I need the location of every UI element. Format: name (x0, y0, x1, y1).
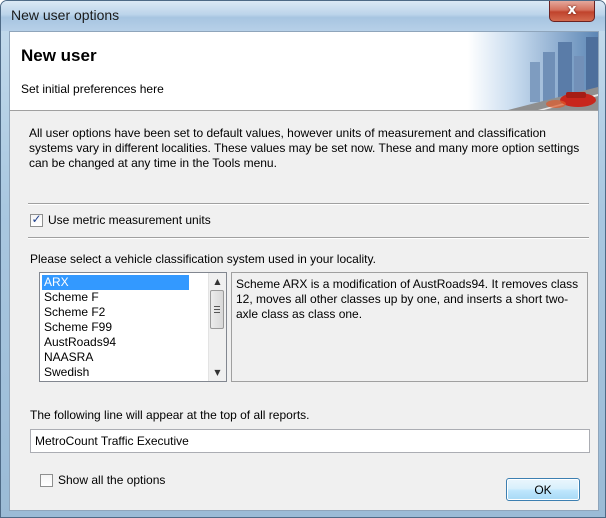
divider (28, 203, 589, 205)
classification-listbox[interactable]: ARX Scheme F Scheme F2 Scheme F99 AustRo… (39, 272, 227, 382)
classification-prompt: Please select a vehicle classification s… (30, 252, 376, 266)
metric-units-checkbox[interactable]: ✓ (30, 212, 43, 227)
show-all-options-label[interactable]: Show all the options (58, 473, 165, 487)
list-item[interactable]: NAASRA (42, 350, 189, 365)
header-panel: New user Set initial preferences here (10, 32, 598, 111)
window-title: New user options (11, 7, 120, 23)
ok-button[interactable]: OK (506, 478, 580, 501)
divider (28, 237, 589, 239)
list-item[interactable]: Scheme F (42, 290, 189, 305)
listbox-scrollbar[interactable]: ▲ ▼ (208, 273, 226, 381)
scroll-up-icon[interactable]: ▲ (209, 273, 226, 290)
list-item[interactable]: AustRoads94 (42, 335, 189, 350)
checkmark-icon: ✓ (31, 212, 42, 226)
list-item[interactable]: Scheme F99 (42, 320, 189, 335)
grip-line (214, 309, 220, 310)
close-button[interactable]: x (549, 1, 595, 22)
classification-description-panel: Scheme ARX is a modification of AustRoad… (231, 272, 588, 382)
list-item[interactable]: Swedish (42, 365, 189, 380)
scroll-down-icon[interactable]: ▼ (209, 364, 226, 381)
scroll-thumb[interactable] (210, 290, 224, 329)
page-title: New user (21, 46, 97, 65)
grip-line (214, 306, 220, 307)
title-bar[interactable]: New user options x (1, 1, 605, 31)
dialog-body: New user Set initial preferences here Al… (9, 31, 599, 511)
dialog-window: New user options x New user Set initial … (0, 0, 606, 518)
intro-text: All user options have been set to defaul… (29, 126, 580, 170)
page-subtitle: Set initial preferences here (21, 82, 164, 96)
city-traffic-banner-image (468, 32, 598, 110)
report-header-input[interactable]: MetroCount Traffic Executive (30, 429, 590, 453)
show-all-options-checkbox[interactable] (40, 474, 53, 487)
report-header-value: MetroCount Traffic Executive (35, 434, 189, 448)
ok-button-label: OK (534, 483, 552, 497)
list-item[interactable]: Scheme F2 (42, 305, 189, 320)
metric-units-label[interactable]: Use metric measurement units (48, 213, 211, 227)
close-icon: x (567, 2, 577, 18)
classification-description: Scheme ARX is a modification of AustRoad… (236, 277, 579, 321)
report-header-label: The following line will appear at the to… (30, 408, 310, 422)
list-item[interactable]: ARX (42, 275, 189, 290)
grip-line (214, 312, 220, 313)
